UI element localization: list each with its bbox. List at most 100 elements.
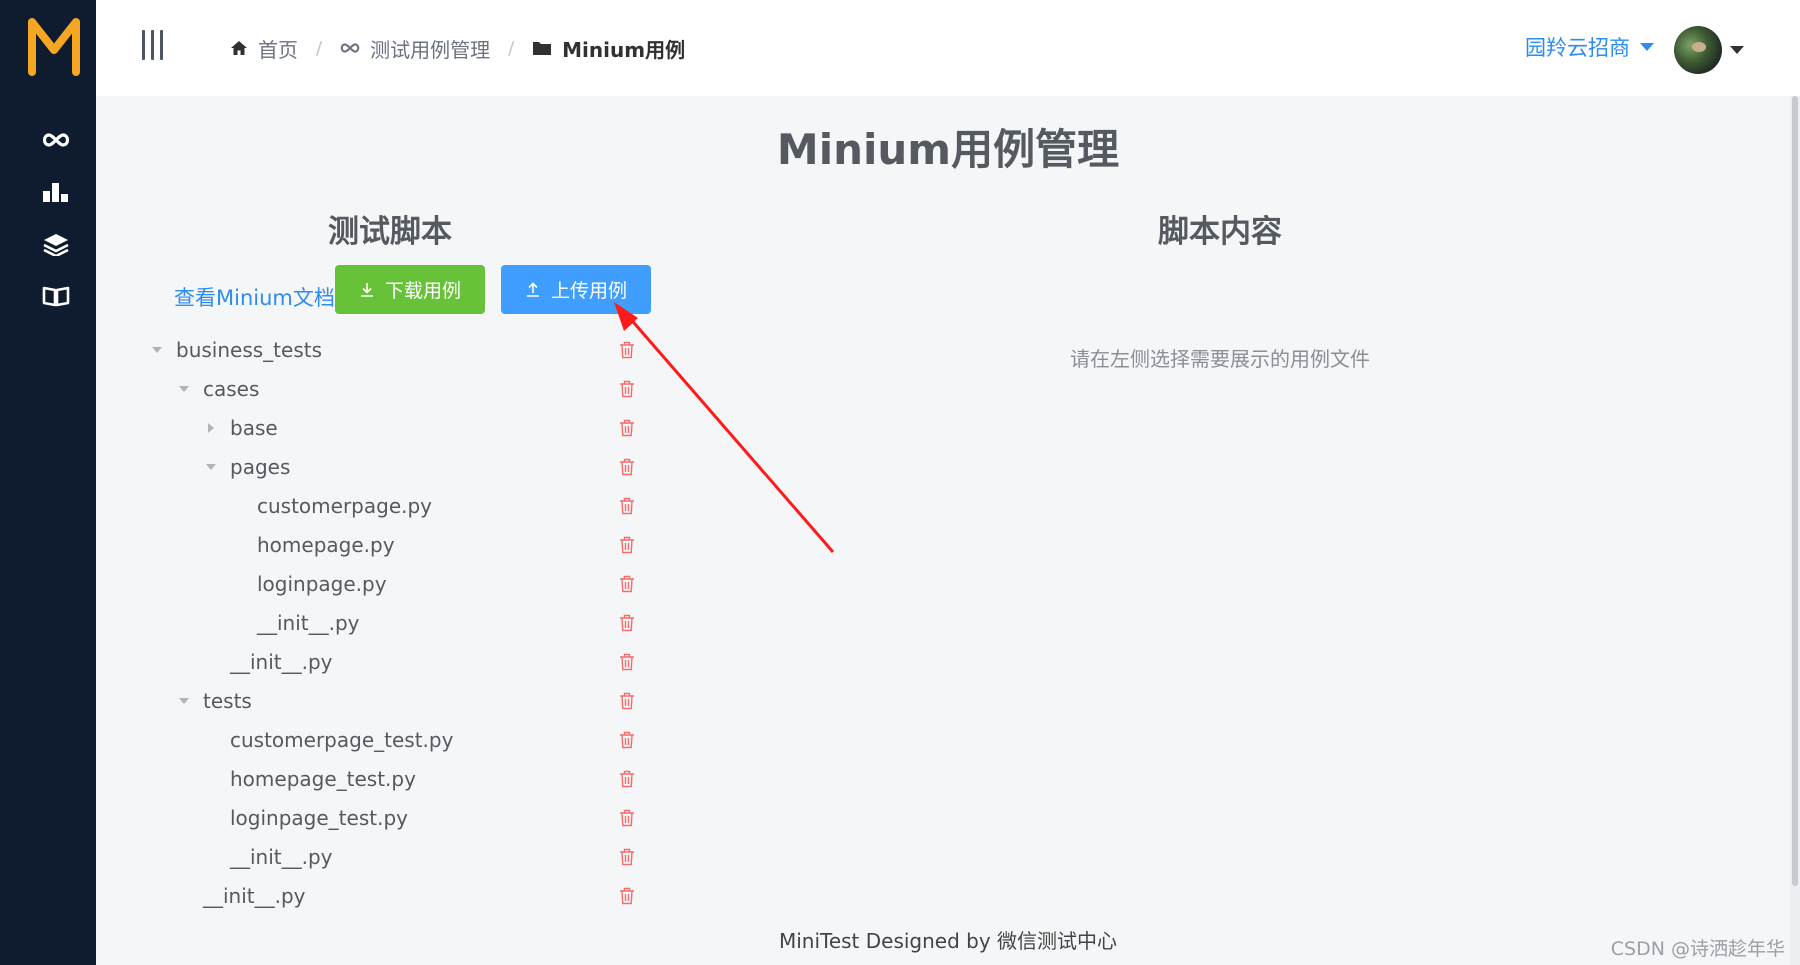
tree-node-label[interactable]: tests [203, 689, 252, 713]
folder-icon [532, 40, 552, 56]
breadcrumb-separator: / [508, 37, 515, 59]
scripts-section-title: 测试脚本 [328, 214, 452, 250]
delete-icon[interactable] [619, 730, 637, 750]
delete-icon[interactable] [619, 886, 637, 906]
upload-cases-button[interactable]: 上传用例 [501, 265, 651, 314]
page-title: Minium用例管理 [776, 125, 1120, 174]
tree-node[interactable]: customerpage.py [150, 486, 650, 525]
tree-node[interactable]: business_tests [150, 330, 650, 369]
infinity-icon[interactable] [36, 120, 76, 160]
caret-down-icon[interactable] [204, 460, 218, 474]
tree-node-label[interactable]: cases [203, 377, 259, 401]
tree-node[interactable]: cases [150, 369, 650, 408]
download-label: 下载用例 [384, 280, 461, 302]
breadcrumb-label: Minium用例 [562, 37, 686, 62]
breadcrumb-minium-cases: Minium用例 [532, 34, 685, 63]
download-icon [360, 282, 373, 297]
chevron-down-icon [1730, 46, 1744, 54]
caret-down-icon[interactable] [177, 382, 191, 396]
breadcrumb-test-case-management[interactable]: 测试用例管理 [340, 34, 490, 63]
delete-icon[interactable] [619, 613, 637, 633]
caret-right-icon[interactable] [204, 421, 218, 435]
minium-docs-link[interactable]: 查看Minium文档 [174, 282, 335, 312]
chart-bar-icon[interactable] [36, 172, 76, 212]
delete-icon[interactable] [619, 808, 637, 828]
company-name: 园羚云招商 [1525, 36, 1630, 60]
avatar [1674, 26, 1722, 74]
tree-node-label[interactable]: loginpage.py [257, 572, 387, 596]
tree-node[interactable]: __init__.py [150, 603, 650, 642]
empty-content-tip: 请在左侧选择需要展示的用例文件 [1070, 347, 1370, 371]
delete-icon[interactable] [619, 847, 637, 867]
tree-node[interactable]: __init__.py [150, 642, 650, 681]
delete-icon[interactable] [619, 340, 637, 360]
tree-node-label[interactable]: pages [230, 455, 290, 479]
caret-down-icon[interactable] [150, 343, 164, 357]
breadcrumb-separator: / [316, 37, 323, 59]
tree-node-label[interactable]: homepage.py [257, 533, 395, 557]
download-cases-button[interactable]: 下载用例 [335, 265, 485, 314]
caret-down-icon[interactable] [177, 694, 191, 708]
delete-icon[interactable] [619, 418, 637, 438]
tree-node[interactable]: pages [150, 447, 650, 486]
page-scrollbar[interactable] [1790, 96, 1800, 965]
tree-node-label[interactable]: loginpage_test.py [230, 806, 408, 830]
delete-icon[interactable] [619, 535, 637, 555]
watermark: CSDN @诗洒趁年华 [1610, 938, 1785, 960]
upload-icon [526, 281, 539, 297]
tree-node[interactable]: loginpage.py [150, 564, 650, 603]
scrollbar-thumb[interactable] [1792, 96, 1798, 886]
avatar-dropdown[interactable] [1674, 26, 1744, 74]
tree-node-label[interactable]: business_tests [176, 338, 322, 362]
tree-node[interactable]: __init__.py [150, 876, 650, 915]
layers-icon[interactable] [36, 224, 76, 264]
menu-toggle-icon[interactable] [142, 30, 166, 64]
content-section-title: 脚本内容 [1158, 214, 1282, 250]
tree-node[interactable]: loginpage_test.py [150, 798, 650, 837]
logo-icon[interactable] [26, 14, 82, 78]
tree-node-label[interactable]: base [230, 416, 278, 440]
delete-icon[interactable] [619, 496, 637, 516]
tree-node[interactable]: base [150, 408, 650, 447]
tree-node[interactable]: customerpage_test.py [150, 720, 650, 759]
tree-node[interactable]: __init__.py [150, 837, 650, 876]
delete-icon[interactable] [619, 769, 637, 789]
delete-icon[interactable] [619, 691, 637, 711]
top-header: 首页 / 测试用例管理 / Minium用例 园羚云招商 [96, 0, 1800, 96]
book-icon[interactable] [36, 276, 76, 316]
tree-node[interactable]: homepage.py [150, 525, 650, 564]
tree-node-label[interactable]: __init__.py [257, 611, 360, 635]
delete-icon[interactable] [619, 379, 637, 399]
tree-node[interactable]: tests [150, 681, 650, 720]
tree-node-label[interactable]: customerpage.py [257, 494, 432, 518]
delete-icon[interactable] [619, 574, 637, 594]
upload-label: 上传用例 [550, 280, 627, 302]
breadcrumb: 首页 / 测试用例管理 / Minium用例 [230, 0, 685, 96]
tree-node-label[interactable]: homepage_test.py [230, 767, 416, 791]
infinity-icon [340, 42, 360, 54]
sidebar [0, 0, 96, 965]
tree-node-label[interactable]: __init__.py [203, 884, 306, 908]
tree-node-label[interactable]: customerpage_test.py [230, 728, 453, 752]
tree-node[interactable]: homepage_test.py [150, 759, 650, 798]
delete-icon[interactable] [619, 457, 637, 477]
tree-node-label[interactable]: __init__.py [230, 650, 333, 674]
chevron-down-icon [1640, 43, 1654, 51]
company-dropdown[interactable]: 园羚云招商 [1525, 32, 1654, 62]
footer-text: MiniTest Designed by 微信测试中心 [778, 929, 1118, 953]
home-icon [230, 40, 248, 56]
breadcrumb-home[interactable]: 首页 [230, 34, 298, 63]
breadcrumb-label: 测试用例管理 [370, 37, 491, 62]
tree-node-label[interactable]: __init__.py [230, 845, 333, 869]
delete-icon[interactable] [619, 652, 637, 672]
